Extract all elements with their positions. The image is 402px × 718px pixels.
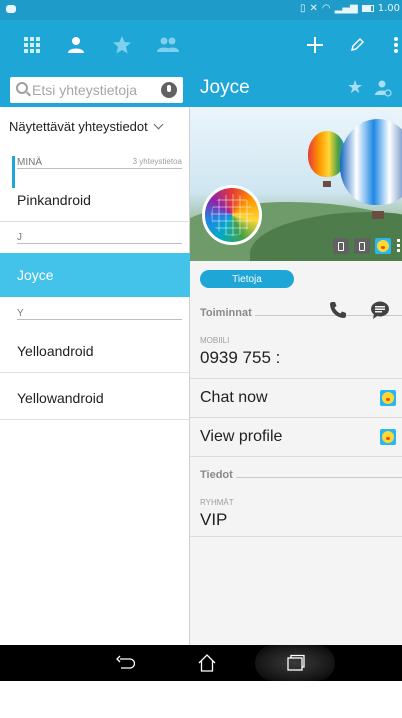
section-header-j: J [0, 232, 190, 248]
contact-detail-pane: Joyce ★ Tietoja Toiminnat MOBIILI 0939 7… [190, 70, 402, 645]
section-header-me: MINÄ 3 yhteystietoa [0, 157, 190, 173]
contact-name: Pinkandroid [17, 191, 91, 208]
list-item[interactable]: Yelloandroid [0, 329, 190, 373]
recent-apps-icon[interactable] [282, 649, 310, 677]
contact-name: Yelloandroid [17, 342, 94, 359]
detail-header: Joyce ★ [190, 70, 402, 107]
navigation-bar [0, 645, 402, 681]
section-label: J [17, 232, 25, 243]
phone-call-icon[interactable] [328, 300, 348, 320]
edit-pencil-icon[interactable] [345, 33, 369, 57]
search-icon [16, 82, 28, 94]
tab-details[interactable]: Tietoja [200, 270, 294, 288]
phone-type-label: MOBIILI [200, 336, 230, 345]
chevron-down-icon [153, 119, 164, 130]
contact-count: 3 yhteystietoa [129, 157, 182, 166]
home-icon[interactable] [193, 649, 221, 677]
add-icon[interactable] [303, 33, 327, 57]
search-input[interactable] [32, 80, 152, 100]
section-label: MINÄ [17, 157, 45, 168]
section-header-info: Tiedot [200, 469, 402, 483]
contact-settings-icon[interactable] [374, 79, 392, 97]
emoticon-icon[interactable] [380, 390, 396, 406]
chat-now-label: Chat now [200, 389, 268, 406]
view-profile-label: View profile [200, 428, 283, 445]
view-profile-row[interactable]: View profile [190, 418, 402, 456]
overflow-menu-icon[interactable] [384, 33, 402, 57]
search-box[interactable] [10, 77, 183, 103]
section-label: Y [17, 308, 27, 319]
section-label: Tiedot [200, 469, 236, 481]
contact-title: Joyce [200, 77, 250, 98]
phone-app-icon[interactable] [333, 238, 349, 254]
contacts-person-icon[interactable] [64, 33, 88, 57]
groups-value: VIP [200, 510, 228, 529]
groups-label: RYHMÄT [200, 498, 234, 507]
notification-icon [6, 5, 16, 13]
more-icon[interactable] [397, 238, 402, 254]
microphone-icon[interactable] [161, 82, 177, 98]
avatar[interactable] [202, 185, 262, 245]
back-icon[interactable] [111, 649, 139, 677]
status-bar: ▯ ✕ ◠ ▂▄▆ 1.00 [0, 0, 402, 20]
balloon-image [340, 119, 402, 219]
section-header-y: Y [0, 308, 190, 324]
top-toolbar [0, 20, 402, 70]
section-label: Toiminnat [200, 307, 255, 319]
bottom-blank-area [0, 681, 402, 718]
chat-now-row[interactable]: Chat now [190, 379, 402, 417]
status-text: 1.00 [377, 3, 400, 14]
emoticon-icon[interactable] [380, 429, 396, 445]
filter-label: Näytettävät yhteystiedot [9, 119, 148, 134]
list-item[interactable]: Pinkandroid [0, 178, 190, 222]
list-item[interactable]: Yellowandroid [0, 376, 190, 420]
wifi-icon: ◠ [321, 3, 331, 14]
phone-app-icon[interactable] [354, 238, 370, 254]
battery-icon [361, 5, 374, 12]
favorites-star-icon[interactable] [110, 33, 134, 57]
contact-name: Joyce [17, 267, 54, 283]
groups-icon[interactable] [156, 33, 180, 57]
status-icons: ▯ ✕ ◠ ▂▄▆ 1.00 [300, 3, 400, 14]
display-filter-dropdown[interactable]: Näytettävät yhteystiedot [9, 119, 164, 134]
emoticon-icon[interactable] [375, 238, 391, 254]
search-bar [0, 70, 190, 107]
contact-name: Yellowandroid [17, 389, 104, 406]
sim-icon: ▯ [300, 3, 306, 14]
signal-icon: ▂▄▆ [334, 3, 358, 14]
apps-grid-icon[interactable] [20, 33, 44, 57]
mute-icon: ✕ [309, 3, 318, 14]
favorite-star-icon[interactable]: ★ [347, 79, 365, 97]
contacts-list-pane: Näytettävät yhteystiedot MINÄ 3 yhteysti… [0, 70, 190, 645]
list-item-selected[interactable]: Joyce [0, 253, 190, 297]
message-icon[interactable] [370, 300, 390, 320]
phone-number[interactable]: 0939 755 : [200, 348, 280, 368]
contact-cover-photo [190, 107, 402, 261]
